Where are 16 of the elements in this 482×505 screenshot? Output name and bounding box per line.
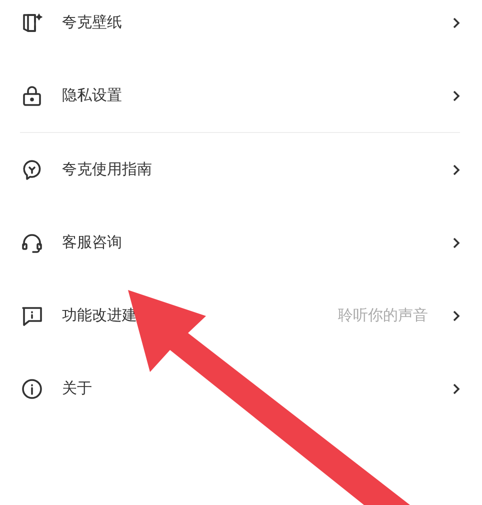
chevron-icon [452,382,460,394]
chevron-icon [452,90,460,102]
menu-item-label[interactable]: 客服咨询 [62,233,452,252]
chevron-icon [452,236,460,248]
menu-item-label[interactable]: 功能改进建 [62,306,338,325]
menu-item-label[interactable]: 夸克使用指南 [62,160,452,179]
chevron-icon [452,164,460,176]
menu-item-label[interactable]: 隐私设置 [62,86,452,105]
lock-icon [20,84,44,108]
chevron-icon [452,16,460,28]
menu-item-label[interactable]: 关于 [62,379,452,398]
menu-item-hint: 聆听你的声音 [338,306,428,325]
menu-item-label[interactable]: 夸克壁纸 [62,13,452,32]
chevron-icon [452,310,460,322]
info-icon [20,376,44,400]
image-frame-icon [20,10,44,34]
